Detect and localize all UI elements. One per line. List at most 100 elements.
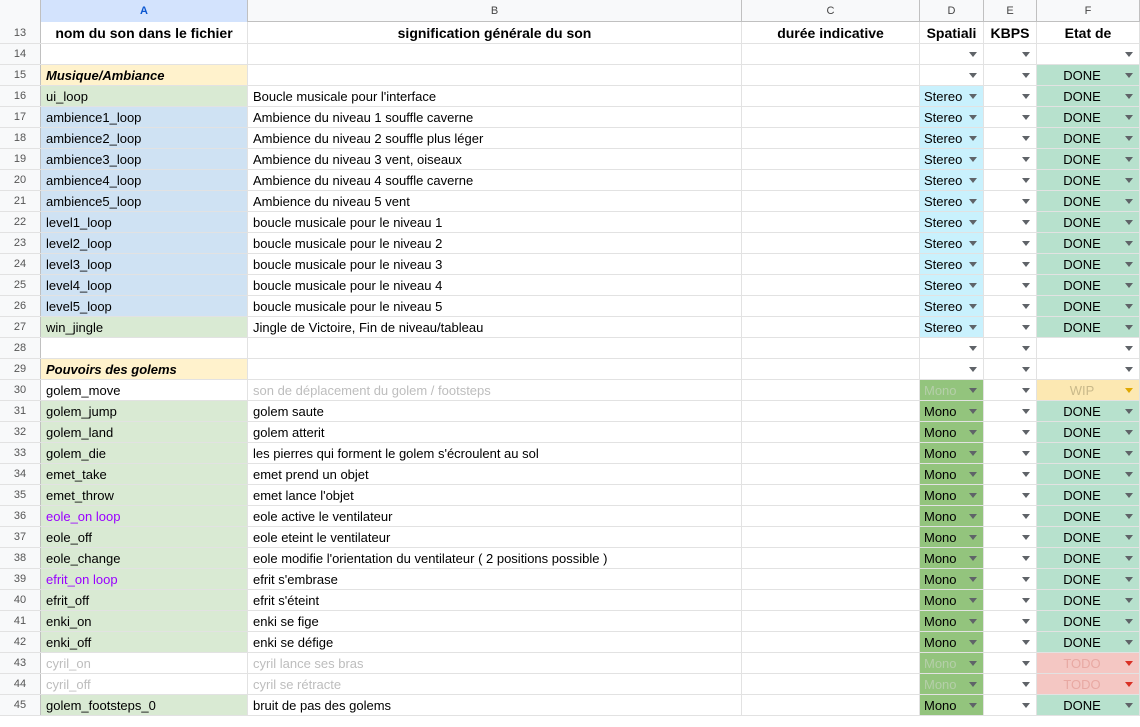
duration-cell[interactable] bbox=[742, 590, 920, 610]
row-number[interactable]: 20 bbox=[0, 170, 41, 190]
kbps-dropdown[interactable] bbox=[984, 317, 1037, 337]
chevron-down-icon[interactable] bbox=[1022, 556, 1030, 561]
duration-cell[interactable] bbox=[742, 422, 920, 442]
spatialization-dropdown[interactable]: Stereo bbox=[920, 191, 984, 211]
sound-name-cell[interactable]: emet_throw bbox=[41, 485, 248, 505]
meaning-cell[interactable]: Ambience du niveau 5 vent bbox=[248, 191, 742, 211]
row-number[interactable]: 32 bbox=[0, 422, 41, 442]
chevron-down-icon[interactable] bbox=[969, 598, 977, 603]
kbps-dropdown[interactable] bbox=[984, 254, 1037, 274]
column-header-e[interactable]: E bbox=[984, 0, 1037, 22]
chevron-down-icon[interactable] bbox=[1022, 619, 1030, 624]
meaning-cell[interactable] bbox=[248, 44, 742, 64]
status-dropdown[interactable]: DONE bbox=[1037, 485, 1140, 505]
duration-cell[interactable] bbox=[742, 380, 920, 400]
row-number[interactable]: 39 bbox=[0, 569, 41, 589]
status-dropdown[interactable]: DONE bbox=[1037, 695, 1140, 715]
chevron-down-icon[interactable] bbox=[1022, 346, 1030, 351]
chevron-down-icon[interactable] bbox=[1125, 115, 1133, 120]
kbps-dropdown[interactable] bbox=[984, 401, 1037, 421]
spatialization-dropdown[interactable]: Mono bbox=[920, 380, 984, 400]
status-dropdown[interactable]: DONE bbox=[1037, 548, 1140, 568]
row-number[interactable]: 31 bbox=[0, 401, 41, 421]
chevron-down-icon[interactable] bbox=[1125, 367, 1133, 372]
chevron-down-icon[interactable] bbox=[1022, 115, 1030, 120]
status-dropdown[interactable]: DONE bbox=[1037, 191, 1140, 211]
kbps-dropdown[interactable] bbox=[984, 380, 1037, 400]
status-dropdown[interactable]: DONE bbox=[1037, 506, 1140, 526]
chevron-down-icon[interactable] bbox=[1022, 52, 1030, 57]
spatialization-dropdown[interactable]: Stereo bbox=[920, 254, 984, 274]
column-header-b[interactable]: B bbox=[248, 0, 742, 22]
kbps-dropdown[interactable] bbox=[984, 632, 1037, 652]
header-cell-kbps[interactable]: KBPS bbox=[984, 22, 1037, 43]
chevron-down-icon[interactable] bbox=[1125, 241, 1133, 246]
chevron-down-icon[interactable] bbox=[1125, 661, 1133, 666]
chevron-down-icon[interactable] bbox=[1125, 178, 1133, 183]
spatialization-dropdown[interactable]: Stereo bbox=[920, 317, 984, 337]
chevron-down-icon[interactable] bbox=[969, 115, 977, 120]
chevron-down-icon[interactable] bbox=[1022, 703, 1030, 708]
chevron-down-icon[interactable] bbox=[1022, 241, 1030, 246]
column-header-a[interactable]: A bbox=[41, 0, 248, 22]
chevron-down-icon[interactable] bbox=[1125, 577, 1133, 582]
kbps-dropdown[interactable] bbox=[984, 149, 1037, 169]
sound-name-cell[interactable]: ambience1_loop bbox=[41, 107, 248, 127]
status-dropdown[interactable]: DONE bbox=[1037, 212, 1140, 232]
duration-cell[interactable] bbox=[742, 233, 920, 253]
kbps-dropdown[interactable] bbox=[984, 569, 1037, 589]
sound-name-cell[interactable] bbox=[41, 338, 248, 358]
kbps-dropdown[interactable] bbox=[984, 695, 1037, 715]
row-number[interactable]: 42 bbox=[0, 632, 41, 652]
column-header-c[interactable]: C bbox=[742, 0, 920, 22]
duration-cell[interactable] bbox=[742, 632, 920, 652]
row-number[interactable]: 37 bbox=[0, 527, 41, 547]
chevron-down-icon[interactable] bbox=[1125, 262, 1133, 267]
status-dropdown[interactable]: DONE bbox=[1037, 170, 1140, 190]
kbps-dropdown[interactable] bbox=[984, 86, 1037, 106]
chevron-down-icon[interactable] bbox=[1125, 556, 1133, 561]
status-dropdown[interactable]: DONE bbox=[1037, 632, 1140, 652]
status-dropdown[interactable]: DONE bbox=[1037, 590, 1140, 610]
duration-cell[interactable] bbox=[742, 464, 920, 484]
spatialization-dropdown[interactable]: Mono bbox=[920, 464, 984, 484]
status-dropdown[interactable] bbox=[1037, 359, 1140, 379]
duration-cell[interactable] bbox=[742, 128, 920, 148]
sound-name-cell[interactable] bbox=[41, 44, 248, 64]
row-number[interactable]: 29 bbox=[0, 359, 41, 379]
spatialization-dropdown[interactable]: Stereo bbox=[920, 107, 984, 127]
chevron-down-icon[interactable] bbox=[1022, 178, 1030, 183]
duration-cell[interactable] bbox=[742, 653, 920, 673]
spatialization-dropdown[interactable]: Stereo bbox=[920, 128, 984, 148]
status-dropdown[interactable]: DONE bbox=[1037, 233, 1140, 253]
meaning-cell[interactable]: bruit de pas des golems bbox=[248, 695, 742, 715]
chevron-down-icon[interactable] bbox=[969, 451, 977, 456]
select-all-corner[interactable] bbox=[0, 0, 41, 22]
chevron-down-icon[interactable] bbox=[1022, 157, 1030, 162]
sound-name-cell[interactable]: golem_land bbox=[41, 422, 248, 442]
status-dropdown[interactable]: DONE bbox=[1037, 611, 1140, 631]
status-dropdown[interactable]: DONE bbox=[1037, 275, 1140, 295]
chevron-down-icon[interactable] bbox=[1125, 430, 1133, 435]
chevron-down-icon[interactable] bbox=[1125, 388, 1133, 393]
status-dropdown[interactable]: DONE bbox=[1037, 464, 1140, 484]
sound-name-cell[interactable]: golem_footsteps_0 bbox=[41, 695, 248, 715]
spatialization-dropdown[interactable]: Stereo bbox=[920, 170, 984, 190]
chevron-down-icon[interactable] bbox=[1022, 409, 1030, 414]
spatialization-dropdown[interactable]: Mono bbox=[920, 569, 984, 589]
sound-name-cell[interactable]: ambience3_loop bbox=[41, 149, 248, 169]
sound-name-cell[interactable]: enki_off bbox=[41, 632, 248, 652]
status-dropdown[interactable]: WIP bbox=[1037, 380, 1140, 400]
meaning-cell[interactable]: efrit s'embrase bbox=[248, 569, 742, 589]
chevron-down-icon[interactable] bbox=[1125, 136, 1133, 141]
chevron-down-icon[interactable] bbox=[969, 325, 977, 330]
sound-name-cell[interactable]: Musique/Ambiance bbox=[41, 65, 248, 85]
status-dropdown[interactable] bbox=[1037, 338, 1140, 358]
chevron-down-icon[interactable] bbox=[1022, 451, 1030, 456]
kbps-dropdown[interactable] bbox=[984, 170, 1037, 190]
row-number[interactable]: 24 bbox=[0, 254, 41, 274]
row-number[interactable]: 21 bbox=[0, 191, 41, 211]
chevron-down-icon[interactable] bbox=[969, 388, 977, 393]
kbps-dropdown[interactable] bbox=[984, 590, 1037, 610]
chevron-down-icon[interactable] bbox=[1022, 682, 1030, 687]
